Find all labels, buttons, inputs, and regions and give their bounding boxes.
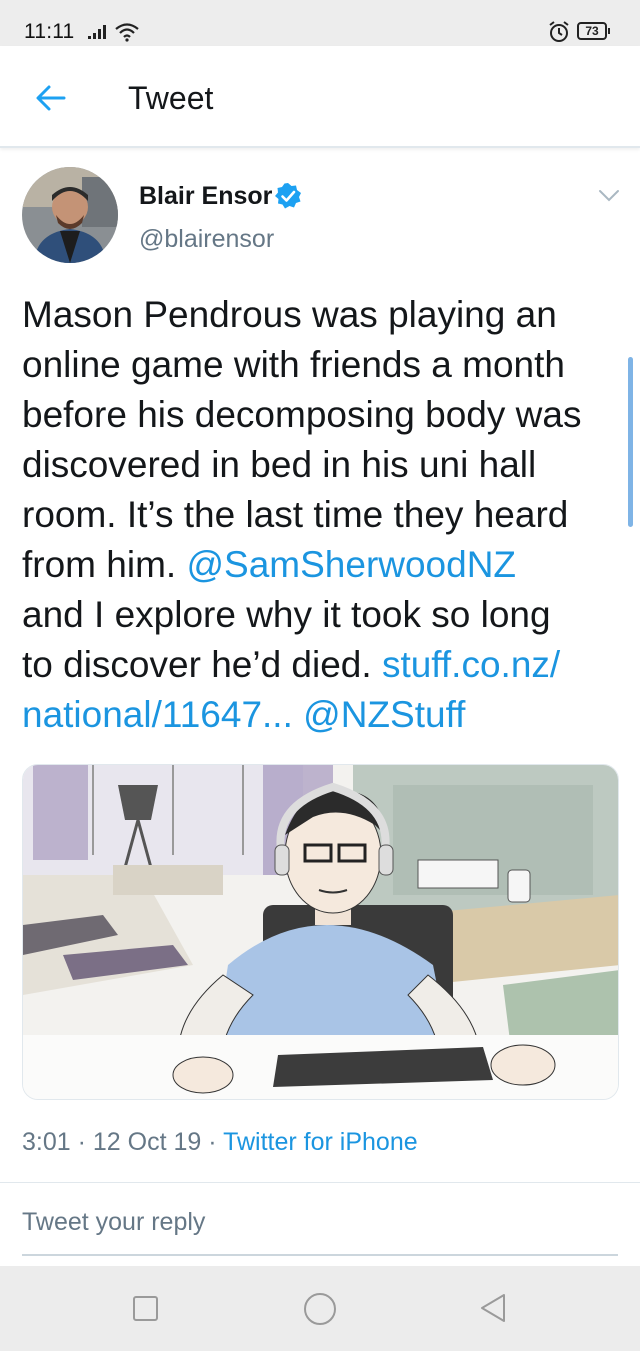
chevron-down-icon[interactable] [597,188,621,204]
url-link[interactable]: stuff.co.nz/ [382,644,560,685]
tweet-text-segment: online game with friends a month [22,344,565,385]
alarm-icon [549,21,569,42]
tweet-meta: 3:01 · 12 Oct 19 · Twitter for iPhone [22,1128,418,1157]
status-time: 11:11 [24,20,75,43]
verified-badge-icon [275,183,301,209]
tweet-source-link[interactable]: Twitter for iPhone [223,1128,418,1156]
tweet-text-segment: to discover he’d died. [22,644,382,685]
meta-separator: · [208,1128,217,1156]
tweet-text-line: online game with friends a month [22,340,622,390]
signal-icon [88,25,106,39]
tweet-text-segment: Mason Pendrous was playing an [22,294,557,335]
tweet-text-segment: room. It’s the last time they heard [22,494,569,535]
tweet-text-line: national/11647... @NZStuff [22,690,622,740]
back-triangle-icon[interactable] [478,1292,508,1324]
tweet-image[interactable] [22,764,619,1100]
scrollbar-thumb[interactable] [628,357,633,527]
tweet-text-segment [293,694,303,735]
wifi-icon [115,23,139,42]
tweet-text-line: from him. @SamSherwoodNZ [22,540,622,590]
reply-input[interactable]: Tweet your reply [22,1208,205,1237]
tweet-text-segment: from him. [22,544,187,585]
tweet-text-line: to discover he’d died. stuff.co.nz/ [22,640,622,690]
url-link[interactable]: national/11647... [22,694,293,735]
app-bar: Tweet [0,46,640,148]
tweet-text-segment: discovered in bed in his uni hall [22,444,537,485]
mention-link[interactable]: @SamSherwoodNZ [186,544,516,585]
tweet-text-segment: and I explore why it took so long [22,594,551,635]
arrow-left-icon[interactable] [34,81,68,115]
tweet-text-line: before his decomposing body was [22,390,622,440]
tweet-text-line: and I explore why it took so long [22,590,622,640]
author-name[interactable]: Blair Ensor [139,182,272,211]
page-title: Tweet [128,80,214,116]
tweet-text-line: Mason Pendrous was playing an [22,290,622,340]
tweet-text: Mason Pendrous was playing an online game… [22,290,622,740]
author-handle[interactable]: @blairensor [139,225,274,254]
tweet-date: 12 Oct 19 [92,1128,202,1156]
tweet-time: 3:01 [22,1128,71,1156]
avatar[interactable] [22,167,118,263]
tweet-text-line: discovered in bed in his uni hall [22,440,622,490]
home-icon[interactable] [304,1293,336,1325]
status-bar: 11:11 73 [0,0,640,46]
tweet-text-line: room. It’s the last time they heard [22,490,622,540]
recents-icon[interactable] [133,1296,158,1321]
battery-icon: 73 [577,22,610,40]
mention-link[interactable]: @NZStuff [303,694,465,735]
reply-underline [22,1254,618,1256]
system-nav-bar [0,1266,640,1351]
meta-separator: · [77,1128,86,1156]
divider [0,1182,640,1183]
tweet-text-segment: before his decomposing body was [22,394,582,435]
